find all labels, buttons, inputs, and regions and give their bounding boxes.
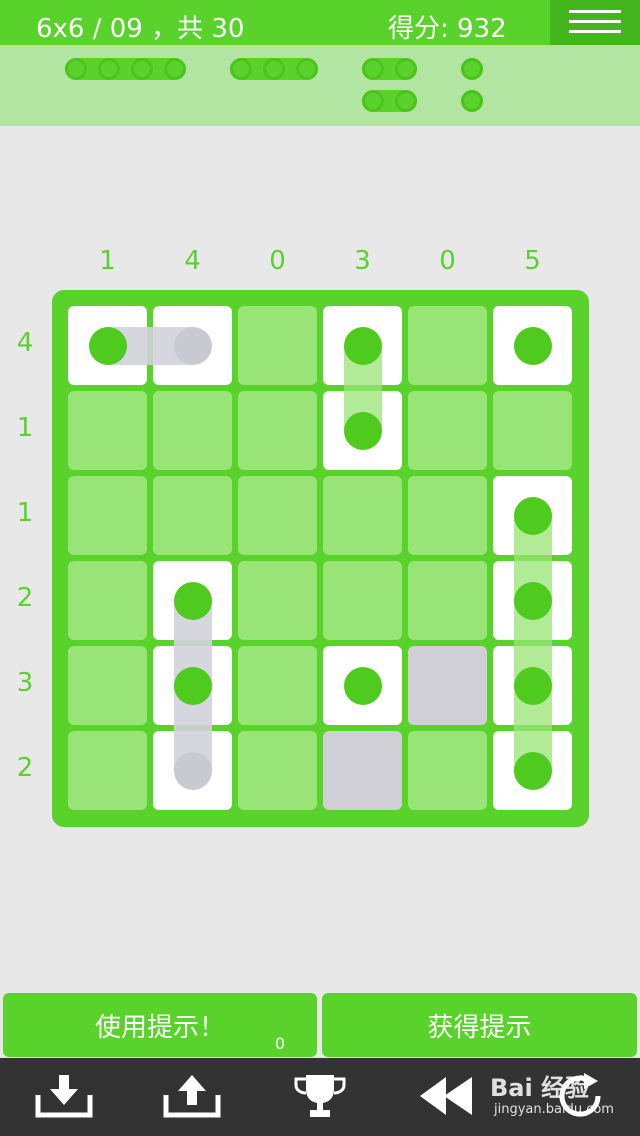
tray-piece xyxy=(362,90,417,112)
tray-piece xyxy=(230,58,318,80)
level-indicator: 6x6 / 09 ，共 30 xyxy=(36,14,245,44)
menu-icon xyxy=(569,30,621,33)
piece-dot xyxy=(173,751,212,790)
top-bar: 6x6 / 09 ，共 30 得分: 932 xyxy=(0,0,640,45)
grid-cell[interactable] xyxy=(238,391,317,470)
grid-cell[interactable] xyxy=(68,391,147,470)
grid-cell[interactable] xyxy=(68,646,147,725)
grid-cell[interactable] xyxy=(153,476,232,555)
watermark-title: Bai 经验 xyxy=(490,1074,590,1102)
grid-cell[interactable] xyxy=(408,731,487,810)
grid-cell[interactable] xyxy=(68,476,147,555)
upload-icon[interactable] xyxy=(162,1071,222,1121)
tray-piece-dot xyxy=(362,58,384,80)
grid-cell[interactable] xyxy=(68,731,147,810)
row-clue: 1 xyxy=(16,413,34,443)
grid-cell[interactable] xyxy=(408,476,487,555)
tray-piece xyxy=(65,58,186,80)
tray-piece-dot xyxy=(164,58,186,80)
grid-cell[interactable] xyxy=(408,391,487,470)
column-clue: 5 xyxy=(524,246,541,276)
tray-piece-dot xyxy=(395,58,417,80)
column-clue: 4 xyxy=(184,246,201,276)
row-clue: 2 xyxy=(16,583,34,613)
get-hint-label: 获得提示 xyxy=(427,1012,532,1043)
piece-dot xyxy=(88,326,127,365)
tray-piece-dot xyxy=(296,58,318,80)
tray-piece-dot xyxy=(395,90,417,112)
grid-cell[interactable] xyxy=(238,306,317,385)
row-clue: 4 xyxy=(16,328,34,358)
tray-piece-dot xyxy=(461,90,483,112)
piece-dot xyxy=(513,751,552,790)
piece-dot xyxy=(513,581,552,620)
piece-dot xyxy=(513,666,552,705)
menu-icon xyxy=(569,10,621,13)
use-hint-button[interactable]: 使用提示！ 0 xyxy=(3,993,317,1057)
grid-cell[interactable] xyxy=(323,476,402,555)
tray-piece xyxy=(362,58,417,80)
grid-cell[interactable] xyxy=(408,306,487,385)
rewind-icon[interactable] xyxy=(416,1071,476,1121)
trophy-icon[interactable] xyxy=(290,1071,350,1121)
menu-icon xyxy=(569,20,621,23)
piece-dot xyxy=(173,666,212,705)
piece-dot xyxy=(173,326,212,365)
grid-cell[interactable] xyxy=(153,391,232,470)
menu-button[interactable] xyxy=(550,0,640,45)
piece-dot xyxy=(343,411,382,450)
tray-piece xyxy=(461,58,483,80)
tray-piece-dot xyxy=(362,90,384,112)
grid-cell[interactable] xyxy=(238,646,317,725)
grid-cell[interactable] xyxy=(238,476,317,555)
hint-count: 0 xyxy=(274,1034,285,1053)
column-clue: 0 xyxy=(439,246,456,276)
row-clue: 2 xyxy=(16,753,34,783)
tray-piece-dot xyxy=(65,58,87,80)
get-hint-button[interactable]: 获得提示 xyxy=(322,993,637,1057)
column-clue: 0 xyxy=(269,246,286,276)
row-clue: 1 xyxy=(16,498,34,528)
tray-piece-dot xyxy=(461,58,483,80)
grid-cell[interactable] xyxy=(323,561,402,640)
piece-dot xyxy=(343,326,382,365)
grid-cell[interactable] xyxy=(323,731,402,810)
watermark-url: jingyan.baidu.com xyxy=(494,1102,614,1117)
piece-dot xyxy=(173,581,212,620)
download-icon[interactable] xyxy=(34,1071,94,1121)
piece-dot xyxy=(513,496,552,535)
tray-piece xyxy=(461,90,483,112)
grid-cell[interactable] xyxy=(408,646,487,725)
column-clue: 1 xyxy=(99,246,116,276)
score-display: 得分: 932 xyxy=(388,14,507,44)
tray-piece-dot xyxy=(98,58,120,80)
grid-cell[interactable] xyxy=(408,561,487,640)
piece-connector xyxy=(513,515,552,771)
grid-cell[interactable] xyxy=(238,561,317,640)
column-clue: 3 xyxy=(354,246,371,276)
game-board[interactable] xyxy=(52,290,589,827)
tray-piece-dot xyxy=(230,58,252,80)
pieces-tray xyxy=(0,45,640,126)
row-clue: 3 xyxy=(16,668,34,698)
grid-cell[interactable] xyxy=(493,391,572,470)
grid-cell[interactable] xyxy=(238,731,317,810)
watermark: Bai 经验 jingyan.baidu.com xyxy=(490,1062,638,1128)
tray-piece-dot xyxy=(131,58,153,80)
use-hint-label: 使用提示！ xyxy=(94,1012,225,1043)
piece-dot xyxy=(343,666,382,705)
grid-cell[interactable] xyxy=(68,561,147,640)
tray-piece-dot xyxy=(263,58,285,80)
piece-dot xyxy=(513,326,552,365)
